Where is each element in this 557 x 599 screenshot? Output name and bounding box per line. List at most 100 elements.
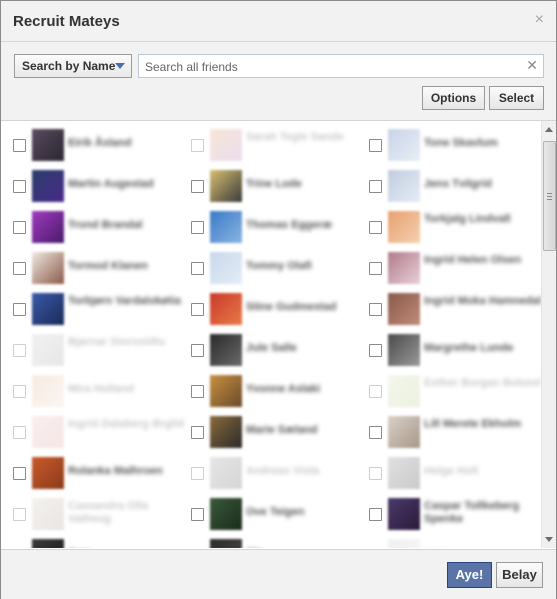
avatar — [32, 211, 64, 243]
friend-item[interactable]: Caspar Tollkeberg Spenke — [369, 496, 541, 532]
friend-checkbox[interactable] — [369, 262, 382, 275]
friend-item[interactable]: Tone Skavlum — [369, 127, 541, 163]
friend-name: Torkjalg Lindvall — [424, 213, 511, 225]
friend-checkbox[interactable] — [191, 385, 204, 398]
avatar — [32, 416, 64, 448]
friend-checkbox[interactable] — [13, 180, 26, 193]
friend-checkbox[interactable] — [191, 262, 204, 275]
friend-name: Tommy Olafi — [246, 260, 312, 272]
friend-checkbox[interactable] — [13, 303, 26, 316]
clear-icon[interactable]: ✕ — [526, 57, 538, 74]
friend-name: Andreas Vista — [246, 465, 320, 477]
avatar — [388, 211, 420, 243]
friend-checkbox[interactable] — [369, 303, 382, 316]
friend-name: Marie Sæland — [246, 424, 318, 436]
friend-checkbox[interactable] — [191, 344, 204, 357]
friend-item[interactable]: Rolanka Malhroen — [13, 455, 191, 491]
friend-item[interactable]: Tommy Olafi — [191, 250, 369, 286]
grip-line — [547, 193, 552, 194]
friend-name: Kari — [424, 547, 541, 548]
friend-name: Cassandra Olla Vatheug — [68, 500, 149, 525]
friend-name: Thomas Eggeræ — [246, 219, 333, 231]
avatar — [210, 293, 242, 325]
friend-item[interactable]: Yvonne Aslaki — [191, 373, 369, 409]
avatar — [388, 252, 420, 284]
options-button[interactable]: Options — [422, 86, 485, 110]
search-field[interactable]: ✕ — [138, 54, 544, 78]
friend-checkbox[interactable] — [369, 508, 382, 521]
friend-item[interactable]: Lill Merete Ekholm — [369, 414, 541, 450]
friend-item[interactable]: Margrethe Lunde — [369, 332, 541, 368]
friend-item[interactable]: Torkjalg Lindvall — [369, 209, 541, 245]
grip-line — [547, 199, 552, 200]
friend-checkbox[interactable] — [13, 262, 26, 275]
scroll-down-icon[interactable] — [545, 537, 553, 542]
friend-search-toolbar: Search by Name ✕ Options Select — [1, 42, 556, 121]
scrollbar[interactable] — [541, 121, 556, 548]
friend-item: Bjørnar Storvoldtu — [13, 332, 191, 368]
scroll-up-icon[interactable] — [545, 127, 553, 132]
search-mode-dropdown[interactable]: Search by Name — [14, 54, 132, 78]
friend-item[interactable]: Ingrid Moka Hamnedal — [369, 291, 541, 327]
friend-name: Bjørnar Storvoldtu — [68, 336, 166, 348]
friend-item[interactable]: Torbjørn Vardalokøtia — [13, 291, 191, 327]
friend-name: Martin Augestad — [68, 178, 154, 190]
friend-checkbox[interactable] — [191, 180, 204, 193]
friend-checkbox[interactable] — [369, 221, 382, 234]
friend-checkbox[interactable] — [369, 180, 382, 193]
friend-name: Helge Holt — [424, 465, 479, 477]
friend-item: Esther Borgan Bolund — [369, 373, 541, 409]
friend-checkbox[interactable] — [191, 221, 204, 234]
friend-item[interactable]: Eirik Åsland — [13, 127, 191, 163]
friend-checkbox[interactable] — [369, 139, 382, 152]
avatar — [388, 334, 420, 366]
scrollbar-thumb[interactable] — [543, 141, 556, 251]
friend-name: Jens Tvilgrid — [424, 178, 492, 190]
avatar — [210, 457, 242, 489]
friend-name: Ola — [246, 547, 364, 548]
friend-item[interactable]: Marie Sæland — [191, 414, 369, 450]
friend-checkbox[interactable] — [191, 508, 204, 521]
friend-item[interactable]: Ove Teigen — [191, 496, 369, 532]
friend-item[interactable]: Tormod Klanen — [13, 250, 191, 286]
friend-name: Caspar Tollkeberg Spenke — [424, 500, 520, 525]
avatar — [210, 539, 242, 548]
friend-item: Helge Holt — [369, 455, 541, 491]
friend-name: Rolanka Malhroen — [68, 465, 163, 477]
friend-grid: Eirik Åsland Sarah Tegle Sande Tone Skavlu… — [1, 121, 541, 548]
friend-name: Lill Merete Ekholm — [424, 418, 522, 430]
friend-name: Margrethe Lunde — [424, 342, 514, 354]
friend-checkbox — [369, 385, 382, 398]
friend-name: Ingrid Helen Olsen — [424, 254, 522, 266]
select-button[interactable]: Select — [489, 86, 544, 110]
search-input[interactable] — [143, 58, 517, 76]
friend-item[interactable]: Martin Augestad — [13, 168, 191, 204]
friend-item[interactable]: Arne — [13, 537, 191, 548]
avatar — [210, 416, 242, 448]
friend-checkbox[interactable] — [369, 344, 382, 357]
avatar — [32, 457, 64, 489]
friend-checkbox[interactable] — [13, 139, 26, 152]
friend-name: Ingrid Moka Hamnedal — [424, 295, 541, 307]
friend-item[interactable]: Trond Brandal — [13, 209, 191, 245]
friend-checkbox[interactable] — [191, 426, 204, 439]
friend-item[interactable]: Ola — [191, 537, 369, 548]
friend-checkbox[interactable] — [13, 221, 26, 234]
friend-item[interactable]: Jule Salle — [191, 332, 369, 368]
confirm-button[interactable]: Aye! — [447, 562, 492, 588]
cancel-button[interactable]: Belay — [496, 562, 543, 588]
friend-checkbox[interactable] — [191, 303, 204, 316]
friend-item[interactable]: Trine Lode — [191, 168, 369, 204]
close-icon[interactable]: × — [535, 11, 544, 29]
friend-item[interactable]: Stine Gudmestad — [191, 291, 369, 327]
avatar — [32, 539, 64, 548]
avatar — [32, 375, 64, 407]
friend-item[interactable]: Ingrid Helen Olsen — [369, 250, 541, 286]
friend-checkbox[interactable] — [13, 467, 26, 480]
dialog-title: Recruit Mateys — [13, 13, 120, 30]
friend-item[interactable]: Thomas Eggeræ — [191, 209, 369, 245]
friend-checkbox[interactable] — [369, 426, 382, 439]
friend-name: Eirik Åsland — [68, 137, 132, 149]
friend-item[interactable]: Jens Tvilgrid — [369, 168, 541, 204]
avatar — [388, 498, 420, 530]
